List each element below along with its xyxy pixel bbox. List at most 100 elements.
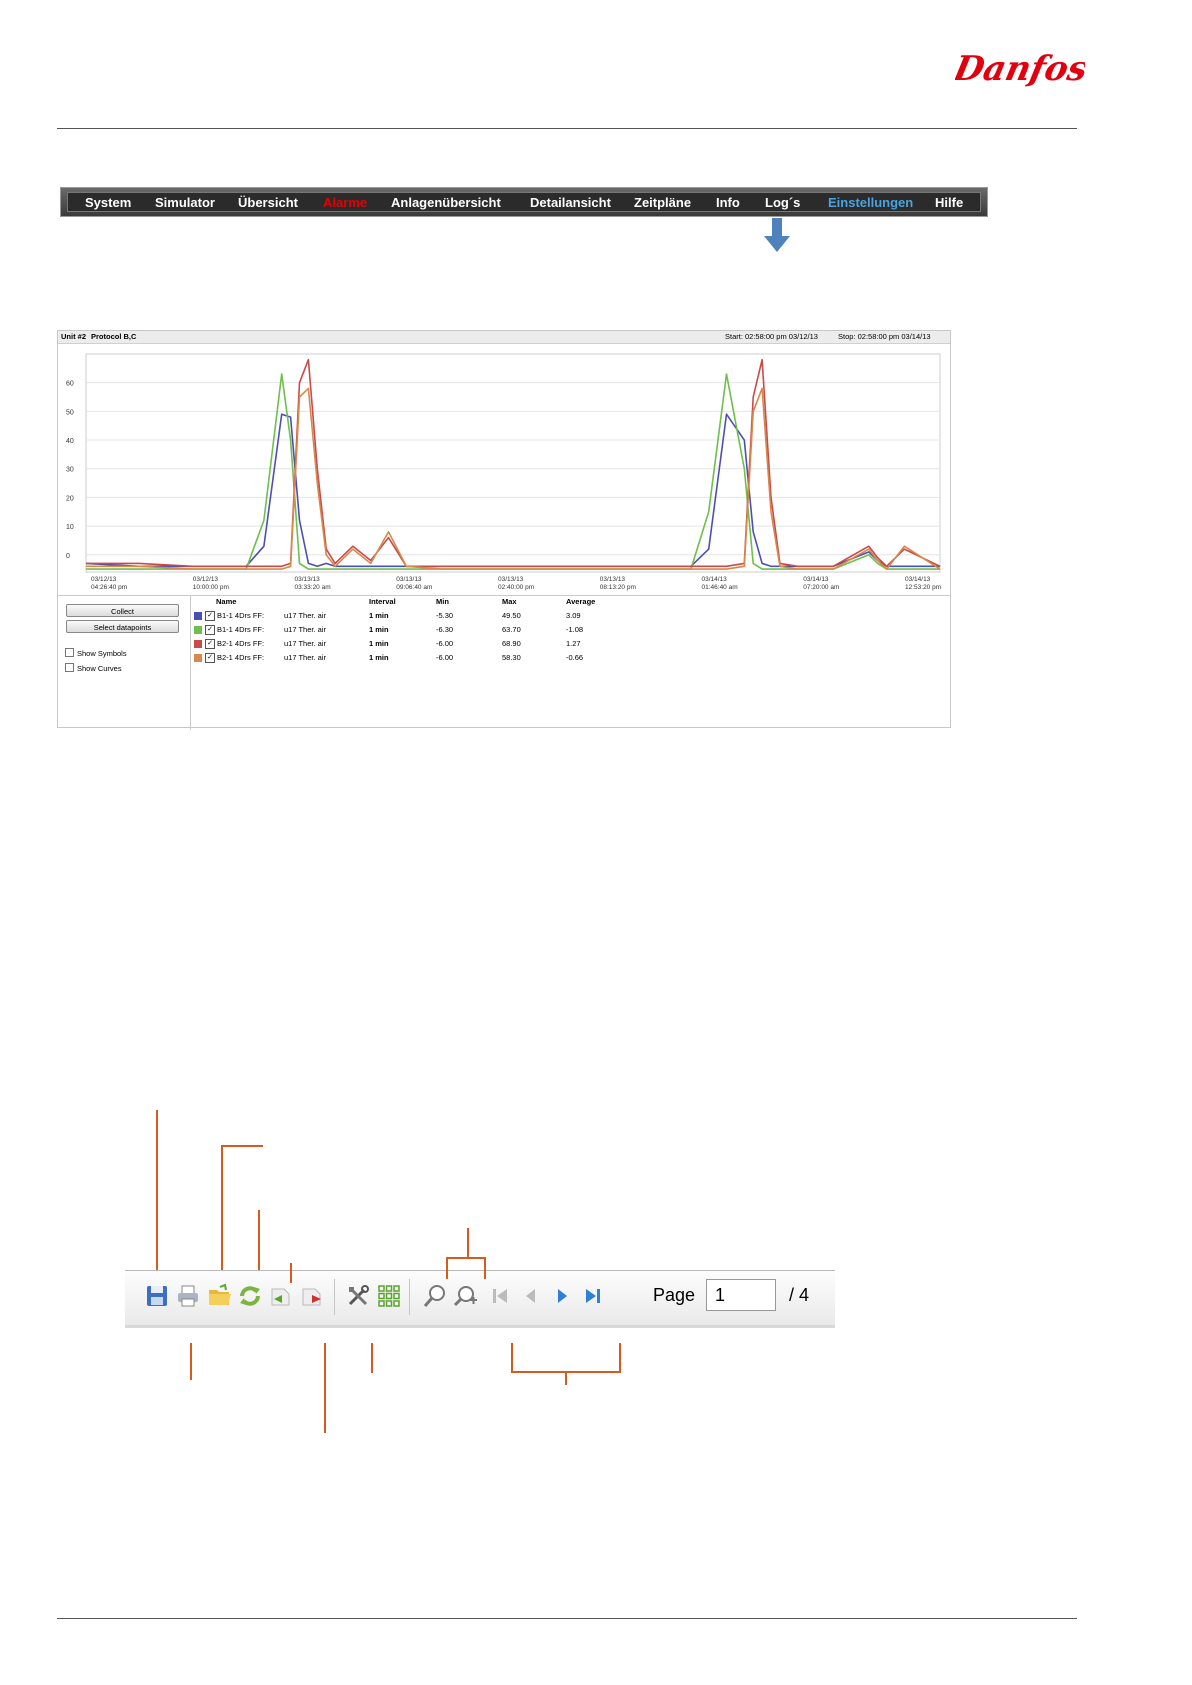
series-name: B1-1 4Drs FF: [217, 611, 265, 620]
series-min: -6.30 [436, 625, 454, 634]
header-min: Min [436, 597, 449, 606]
header-name: Name [216, 597, 237, 606]
open-folder-icon[interactable] [206, 1283, 232, 1309]
previous-page-icon[interactable] [518, 1283, 544, 1309]
callout-nav-left [511, 1343, 513, 1373]
series-interval: 1 min [369, 625, 389, 634]
x-tick-date: 03/13/13 [600, 576, 626, 583]
series-parameter: u17 Ther. air [284, 639, 326, 648]
series-min: -5.30 [436, 611, 454, 620]
x-tick-time: 03:33:20 am [295, 584, 331, 591]
save-icon[interactable] [144, 1283, 170, 1309]
x-tick-time: 04:26:40 pm [91, 584, 127, 591]
series-max: 58.30 [502, 653, 521, 662]
stop-label: Stop: 02:58:00 pm 03/14/13 [838, 332, 931, 341]
callout-zoom-left [446, 1257, 448, 1279]
y-tick-label: 40 [66, 438, 74, 445]
page-number-input[interactable] [706, 1279, 776, 1311]
export-icon[interactable] [299, 1283, 325, 1309]
log-header: Unit #2 Protocol B,C Start: 02:58:00 pm … [58, 331, 950, 344]
x-tick-time: 12:53:20 pm [905, 584, 941, 591]
zoom-icon[interactable] [422, 1283, 448, 1309]
report-toolbar: Page / 4 [125, 1270, 835, 1326]
series-color-swatch [194, 654, 202, 662]
nav-detailansicht[interactable]: Detailansicht [530, 193, 611, 213]
series-name: B2-1 4Drs FF: [217, 639, 265, 648]
series-checkbox[interactable]: ✓ [205, 611, 215, 621]
log-window: Unit #2 Protocol B,C Start: 02:58:00 pm … [57, 330, 951, 730]
y-tick-label: 30 [66, 467, 74, 474]
y-tick-label: 0 [66, 553, 70, 560]
nav-info[interactable]: Info [716, 193, 740, 213]
collect-button[interactable]: Collect [66, 604, 179, 617]
show-curves-checkbox[interactable]: Show Curves [65, 663, 122, 673]
nav-simulator[interactable]: Simulator [155, 193, 215, 213]
x-tick-time: 10:00:00 pm [193, 584, 229, 591]
tools-icon[interactable] [345, 1283, 371, 1309]
show-symbols-checkbox[interactable]: Show Symbols [65, 648, 127, 658]
x-tick-time: 01:46:40 am [702, 584, 738, 591]
series-color-swatch [194, 612, 202, 620]
header-rule [57, 128, 1077, 129]
series-min: -6.00 [436, 653, 454, 662]
callout-tools [371, 1343, 373, 1373]
series-checkbox[interactable]: ✓ [205, 653, 215, 663]
series-color-swatch [194, 640, 202, 648]
next-page-icon[interactable] [549, 1283, 575, 1309]
y-tick-label: 50 [66, 409, 74, 416]
show-curves-label: Show Curves [77, 664, 122, 673]
page-label: Page [653, 1285, 696, 1305]
nav-logs[interactable]: Log´s [765, 193, 800, 213]
series-average: 3.09 [566, 611, 581, 620]
show-symbols-label: Show Symbols [77, 649, 127, 658]
page-total: / 4 [789, 1285, 810, 1305]
header-average: Average [566, 597, 596, 606]
toolbar-separator [409, 1279, 410, 1315]
series-interval: 1 min [369, 611, 389, 620]
print-icon[interactable] [175, 1283, 201, 1309]
series-parameter: u17 Ther. air [284, 611, 326, 620]
nav-einstellungen[interactable]: Einstellungen [828, 193, 913, 213]
toolbar-bottom-edge [125, 1325, 835, 1328]
nav-hilfe[interactable]: Hilfe [935, 193, 963, 213]
y-tick-label: 60 [66, 381, 74, 388]
danfoss-logo: Danfoss [955, 49, 1085, 89]
header-max: Max [502, 597, 517, 606]
first-page-icon[interactable] [487, 1283, 513, 1309]
nav-zeitplaene[interactable]: Zeitpläne [634, 193, 691, 213]
select-datapoints-button[interactable]: Select datapoints [66, 620, 179, 633]
series-color-swatch [194, 626, 202, 634]
nav-uebersicht[interactable]: Übersicht [238, 193, 298, 213]
series-checkbox[interactable]: ✓ [205, 639, 215, 649]
series-parameter: u17 Ther. air [284, 653, 326, 662]
nav-anlagenuebersicht[interactable]: Anlagenübersicht [391, 193, 501, 213]
callout-zoom [467, 1228, 469, 1258]
footer-rule [57, 1618, 1077, 1619]
log-chart: 010203040506003/12/1304:26:40 pm03/12/13… [66, 353, 941, 591]
y-tick-label: 10 [66, 524, 74, 531]
callout-export [324, 1343, 326, 1433]
main-navigation: System Simulator Übersicht Alarme Anlage… [60, 187, 988, 217]
series-interval: 1 min [369, 653, 389, 662]
import-icon[interactable] [268, 1283, 294, 1309]
callout-print [190, 1343, 192, 1380]
x-tick-date: 03/12/13 [193, 576, 219, 583]
nav-alarme[interactable]: Alarme [323, 193, 367, 213]
log-controls: Collect Select datapoints Show Symbols S… [58, 596, 191, 730]
series-checkbox[interactable]: ✓ [205, 625, 215, 635]
navigation-inner: System Simulator Übersicht Alarme Anlage… [67, 192, 981, 212]
refresh-icon[interactable] [237, 1283, 263, 1309]
series-min: -6.00 [436, 639, 454, 648]
zoom-fit-icon[interactable] [453, 1283, 479, 1309]
series-max: 63.70 [502, 625, 521, 634]
series-name: B2-1 4Drs FF: [217, 653, 265, 662]
series-max: 49.50 [502, 611, 521, 620]
x-tick-date: 03/13/13 [295, 576, 321, 583]
grid-icon[interactable] [376, 1283, 402, 1309]
down-arrow-icon [764, 218, 790, 252]
last-page-icon[interactable] [580, 1283, 606, 1309]
callout-open [221, 1145, 223, 1270]
x-tick-date: 03/14/13 [702, 576, 728, 583]
series-parameter: u17 Ther. air [284, 625, 326, 634]
nav-system[interactable]: System [85, 193, 131, 213]
